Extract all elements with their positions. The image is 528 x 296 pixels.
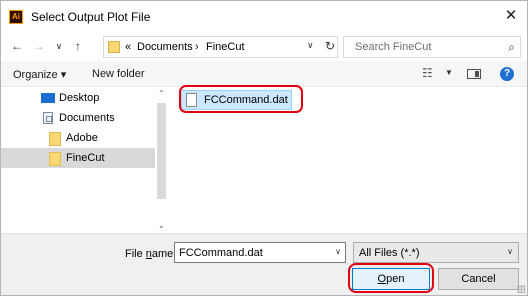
sidebar-item-label: Adobe xyxy=(66,132,98,144)
help-icon[interactable]: ? xyxy=(500,67,514,81)
folder-icon xyxy=(49,132,61,146)
chevron-down-icon[interactable]: ∨ xyxy=(335,247,341,256)
label-part: File xyxy=(125,248,146,260)
change-view-icon[interactable]: ☷ xyxy=(422,66,433,80)
sidebar-item-documents[interactable]: Documents xyxy=(1,108,155,128)
new-folder-button[interactable]: New folder xyxy=(92,68,145,80)
file-name-label: File name: xyxy=(125,248,176,260)
preview-pane-icon[interactable] xyxy=(467,69,481,79)
close-icon[interactable]: ✕ xyxy=(503,7,519,25)
desktop-icon xyxy=(41,93,55,103)
illustrator-app-icon: Ai xyxy=(9,10,23,24)
command-bar: Organize ▾ New folder ☷ ▼ ? xyxy=(1,61,527,87)
highlight-annotation xyxy=(179,85,303,113)
sidebar-item-label: FineCut xyxy=(66,152,105,164)
sidebar-item-label: Desktop xyxy=(59,92,100,104)
file-dialog: Ai Select Output Plot File ✕ ← → ∨ ↑ « D… xyxy=(0,0,528,296)
scroll-down-icon[interactable]: ⌄ xyxy=(158,221,165,230)
dialog-footer: File name: FCCommand.dat ∨ All Files (*.… xyxy=(1,233,527,295)
file-name-value: FCCommand.dat xyxy=(179,247,263,259)
organize-button[interactable]: Organize ▾ xyxy=(13,68,66,81)
sidebar-item-desktop[interactable]: Desktop xyxy=(1,88,155,108)
label-part: ame: xyxy=(151,248,177,260)
folder-icon xyxy=(108,41,120,53)
file-name-field[interactable]: FCCommand.dat ∨ xyxy=(174,242,346,263)
file-type-select[interactable]: All Files (*.*) ∨ xyxy=(353,242,519,263)
recent-locations-chevron-icon[interactable]: ∨ xyxy=(52,38,66,54)
navigation-pane: Desktop Documents Adobe FineCut ⌃ ⌄ xyxy=(1,87,168,233)
breadcrumb-overflow[interactable]: « xyxy=(125,41,131,53)
address-dropdown-icon[interactable]: ∨ xyxy=(307,40,314,51)
scroll-up-icon[interactable]: ⌃ xyxy=(158,89,165,98)
refresh-icon[interactable]: ↻ xyxy=(325,39,335,53)
address-bar[interactable]: « Documents › FineCut ∨ ↻ xyxy=(103,36,338,58)
scroll-thumb[interactable] xyxy=(157,103,166,199)
search-placeholder: Search FineCut xyxy=(355,41,432,53)
highlight-annotation xyxy=(348,263,434,293)
navigation-bar: ← → ∨ ↑ « Documents › FineCut ∨ ↻ Search… xyxy=(1,33,527,61)
forward-arrow-icon[interactable]: → xyxy=(32,38,46,54)
chevron-down-icon: ∨ xyxy=(507,247,513,256)
search-input[interactable]: Search FineCut ⌕ xyxy=(343,36,521,58)
sidebar-item-label: Documents xyxy=(59,112,115,124)
sidebar-scrollbar[interactable]: ⌃ ⌄ xyxy=(155,87,168,233)
sidebar-item-finecut[interactable]: FineCut xyxy=(1,148,155,168)
up-arrow-icon[interactable]: ↑ xyxy=(71,38,85,54)
title-bar: Ai Select Output Plot File ✕ xyxy=(1,1,527,33)
breadcrumb-separator[interactable]: › xyxy=(195,41,199,53)
view-options-dropdown-icon[interactable]: ▼ xyxy=(445,68,453,77)
back-arrow-icon[interactable]: ← xyxy=(10,38,24,54)
resize-grip-icon[interactable] xyxy=(517,285,525,293)
cancel-button[interactable]: Cancel xyxy=(438,268,519,290)
breadcrumb-documents[interactable]: Documents xyxy=(137,41,193,53)
search-icon[interactable]: ⌕ xyxy=(508,40,515,55)
sidebar-item-adobe[interactable]: Adobe xyxy=(1,128,155,148)
window-title: Select Output Plot File xyxy=(31,10,151,24)
documents-icon xyxy=(43,112,53,124)
breadcrumb-finecut[interactable]: FineCut xyxy=(206,41,245,53)
file-type-value: All Files (*.*) xyxy=(359,247,420,259)
folder-icon xyxy=(49,152,61,166)
